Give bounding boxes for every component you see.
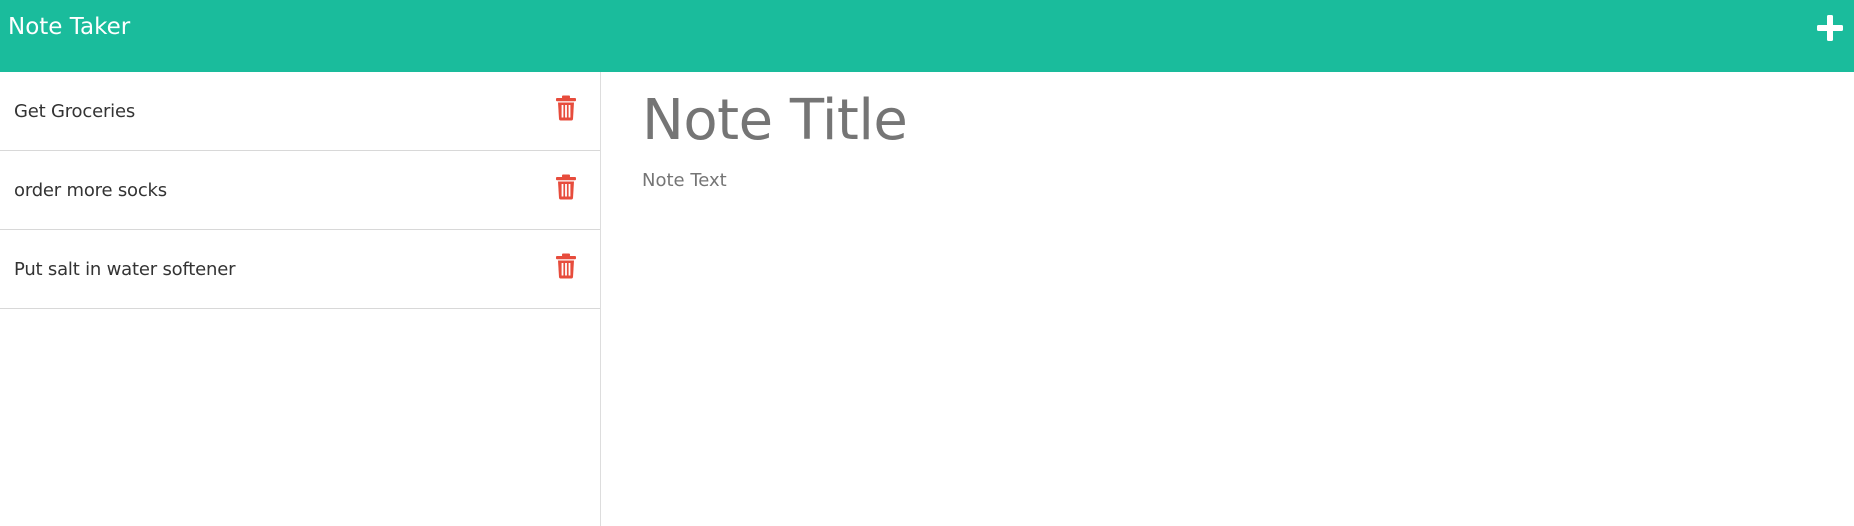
app-title: Note Taker	[8, 14, 131, 40]
trash-icon	[556, 253, 576, 279]
plus-icon	[1817, 15, 1843, 41]
note-title: Get Groceries	[14, 100, 135, 122]
delete-note-button[interactable]	[555, 174, 577, 200]
note-title: order more socks	[14, 179, 167, 201]
list-item[interactable]: Get Groceries	[0, 72, 600, 151]
list-item[interactable]: Put salt in water softener	[0, 230, 600, 309]
note-list-panel: Get Groceries order more socks Put salt …	[0, 72, 601, 526]
delete-note-button[interactable]	[555, 95, 577, 121]
note-title: Put salt in water softener	[14, 258, 236, 280]
navbar: Note Taker	[0, 0, 1854, 72]
trash-icon	[556, 174, 576, 200]
trash-icon	[556, 95, 576, 121]
note-title-input[interactable]	[642, 84, 1792, 156]
note-editor	[602, 72, 1854, 526]
note-list: Get Groceries order more socks Put salt …	[0, 72, 600, 309]
note-text-input[interactable]	[642, 170, 1792, 490]
delete-note-button[interactable]	[555, 253, 577, 279]
new-note-button[interactable]	[1810, 8, 1850, 48]
list-item[interactable]: order more socks	[0, 151, 600, 230]
